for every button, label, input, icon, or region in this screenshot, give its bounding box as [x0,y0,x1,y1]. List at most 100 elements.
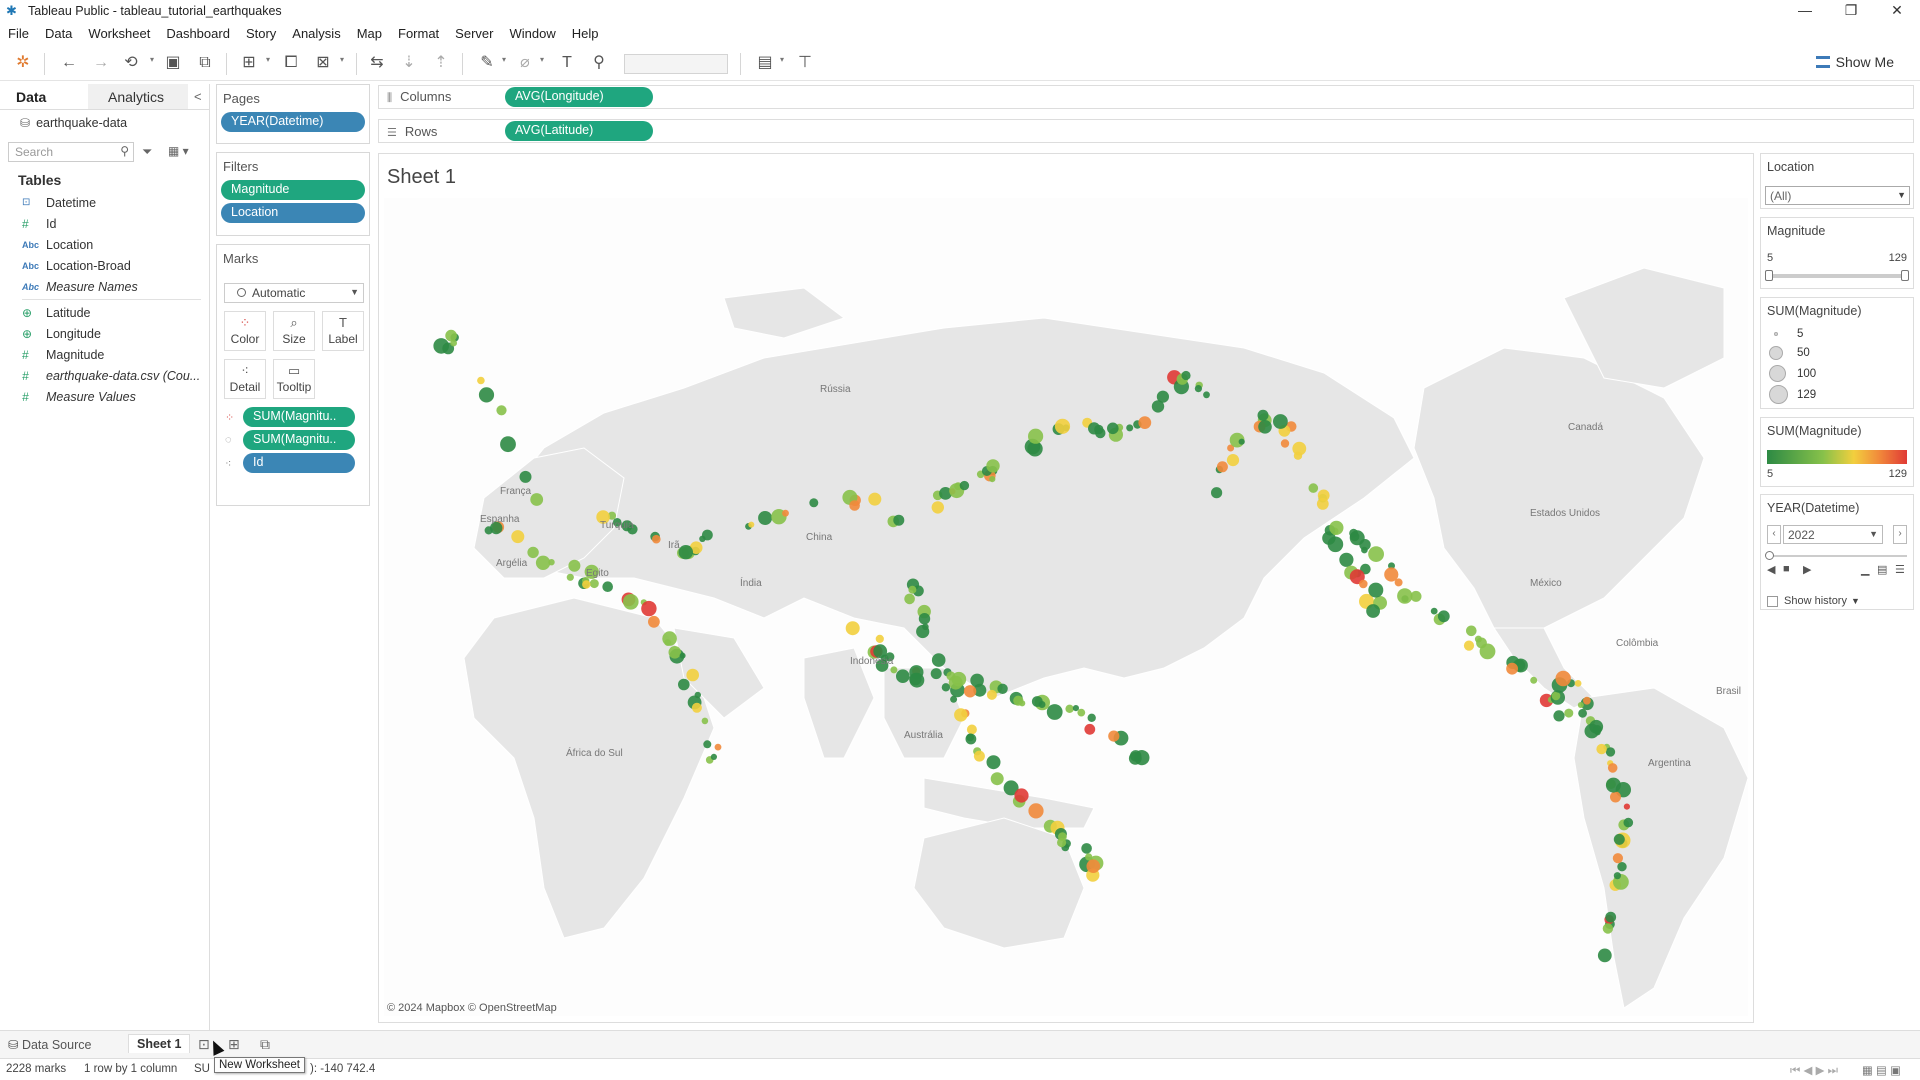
swap-rows-columns-icon[interactable]: ⇆ [366,53,388,73]
earthquake-mark[interactable] [1506,662,1518,675]
earthquake-mark[interactable] [1258,420,1272,434]
sheet-tab[interactable]: Sheet 1 [128,1034,191,1053]
page-navigation-icon[interactable]: ⏮ ◀ ▶ ⏭ [1790,1063,1838,1078]
search-input[interactable]: Search ⚲ [8,142,134,162]
earthquake-mark[interactable] [1437,610,1450,623]
data-source-tab[interactable]: ⛁ Data Source [8,1037,91,1052]
earthquake-mark[interactable] [702,529,713,541]
datasource-item[interactable]: ⛁ earthquake-data [0,110,209,136]
previous-page-button[interactable]: ‹ [1767,525,1781,544]
menu-window[interactable]: Window [509,26,555,41]
earthquake-mark[interactable] [1368,582,1384,598]
earthquake-mark[interactable] [1085,853,1093,861]
earthquake-mark[interactable] [1397,588,1413,604]
earthquake-mark[interactable] [966,724,977,735]
tab-analytics[interactable]: Analytics [88,84,188,109]
earthquake-mark[interactable] [1130,750,1142,762]
earthquake-mark[interactable] [893,514,905,526]
replay-dropdown-icon[interactable]: ▾ [150,55,154,64]
earthquake-mark[interactable] [970,673,984,688]
earthquake-mark[interactable] [1617,862,1627,872]
earthquake-mark[interactable] [1081,843,1092,854]
earthquake-mark[interactable] [1350,531,1360,542]
earthquake-mark[interactable] [908,585,917,594]
show-cards-icon[interactable]: ▤ [754,53,776,73]
earthquake-mark[interactable] [1623,803,1630,810]
earthquake-mark[interactable] [694,691,701,699]
new-worksheet-icon[interactable]: ⊞ [238,53,260,73]
menu-server[interactable]: Server [455,26,493,41]
earthquake-mark[interactable] [1466,625,1477,637]
earthquake-mark[interactable] [782,509,789,517]
earthquake-mark[interactable] [909,672,922,686]
menu-file[interactable]: File [8,26,29,41]
show-labels-icon[interactable]: T [556,53,578,73]
earthquake-mark[interactable] [916,624,930,639]
presentation-mode-icon[interactable]: ⊤ [794,53,816,73]
magnitude-slider-track[interactable] [1767,274,1907,278]
play-forward-icon[interactable]: ▶ [1803,563,1811,576]
map-attribution[interactable]: © 2024 Mapbox © OpenStreetMap [387,1002,557,1014]
year-dropdown[interactable]: 2022 ▼ [1783,525,1883,544]
earthquake-mark[interactable] [1610,791,1621,803]
earthquake-mark[interactable] [1226,454,1240,467]
earthquake-mark[interactable] [1087,713,1096,722]
earthquake-mark[interactable] [1359,579,1368,589]
earthquake-mark[interactable] [1095,427,1106,439]
earthquake-mark[interactable] [1577,702,1584,708]
rows-shelf[interactable]: ☰ Rows AVG(Latitude) [378,119,1914,143]
columns-pill[interactable]: AVG(Longitude) [505,87,653,107]
tableau-home-icon[interactable]: ✲ [12,53,34,73]
earthquake-mark[interactable] [997,683,1008,694]
replay-icon[interactable]: ⟲ [120,53,142,73]
earthquake-mark[interactable] [1057,837,1067,848]
mark-type-dropdown[interactable]: Automatic ▼ [224,283,364,303]
collapse-pane-icon[interactable]: < [194,89,202,104]
earthquake-mark[interactable] [849,500,860,511]
earthquake-mark[interactable] [758,511,773,525]
marks-pill-color[interactable]: SUM(Magnitu.. [243,407,355,427]
earthquake-mark[interactable] [950,695,958,703]
earthquake-mark[interactable] [868,492,882,506]
color-gradient-bar[interactable] [1767,450,1907,464]
earthquake-mark[interactable] [1028,428,1044,444]
speed-slow-icon[interactable]: ▁ [1861,563,1869,576]
detail-button[interactable]: ⁖ Detail [224,359,266,399]
earthquake-mark[interactable] [1046,704,1063,720]
earthquake-mark[interactable] [648,615,660,628]
earthquake-mark[interactable] [959,480,970,491]
menu-dashboard[interactable]: Dashboard [166,26,230,41]
earthquake-mark[interactable] [1086,859,1101,873]
earthquake-mark[interactable] [1605,747,1616,757]
earthquake-mark[interactable] [496,405,507,416]
earthquake-mark[interactable] [1327,536,1344,553]
filter-pill-magnitude[interactable]: Magnitude [221,180,365,200]
earthquake-mark[interactable] [1054,418,1071,434]
earthquake-mark[interactable] [1366,604,1380,618]
field-location-broad[interactable]: Abc Location-Broad [0,255,209,276]
earthquake-mark[interactable] [1555,670,1571,687]
field-longitude[interactable]: ⊕ Longitude [0,323,209,344]
save-icon[interactable]: ▣ [162,53,184,73]
earthquake-mark[interactable] [989,476,996,483]
earthquake-mark[interactable] [990,772,1004,786]
earthquake-mark[interactable] [714,743,722,751]
columns-shelf[interactable]: ⫼ Columns AVG(Longitude) [378,85,1914,109]
size-button[interactable]: ⌕ Size [273,311,315,351]
filter-pill-location[interactable]: Location [221,203,365,223]
earthquake-mark[interactable] [1151,400,1165,413]
earthquake-mark[interactable] [1257,409,1269,421]
magnitude-slider-min-handle[interactable] [1765,270,1773,281]
earthquake-mark[interactable] [904,593,915,605]
pages-slider-handle[interactable] [1765,551,1774,560]
earthquake-mark[interactable] [527,546,539,559]
earthquake-mark[interactable] [890,666,898,674]
earthquake-mark[interactable] [566,573,574,581]
earthquake-mark[interactable] [484,526,493,535]
earthquake-mark[interactable] [1211,487,1223,499]
earthquake-mark[interactable] [710,753,717,761]
earthquake-mark[interactable] [845,621,860,636]
close-button[interactable]: ✕ [1874,0,1920,22]
earthquake-mark[interactable] [1031,696,1043,707]
earthquake-mark[interactable] [1280,439,1290,448]
